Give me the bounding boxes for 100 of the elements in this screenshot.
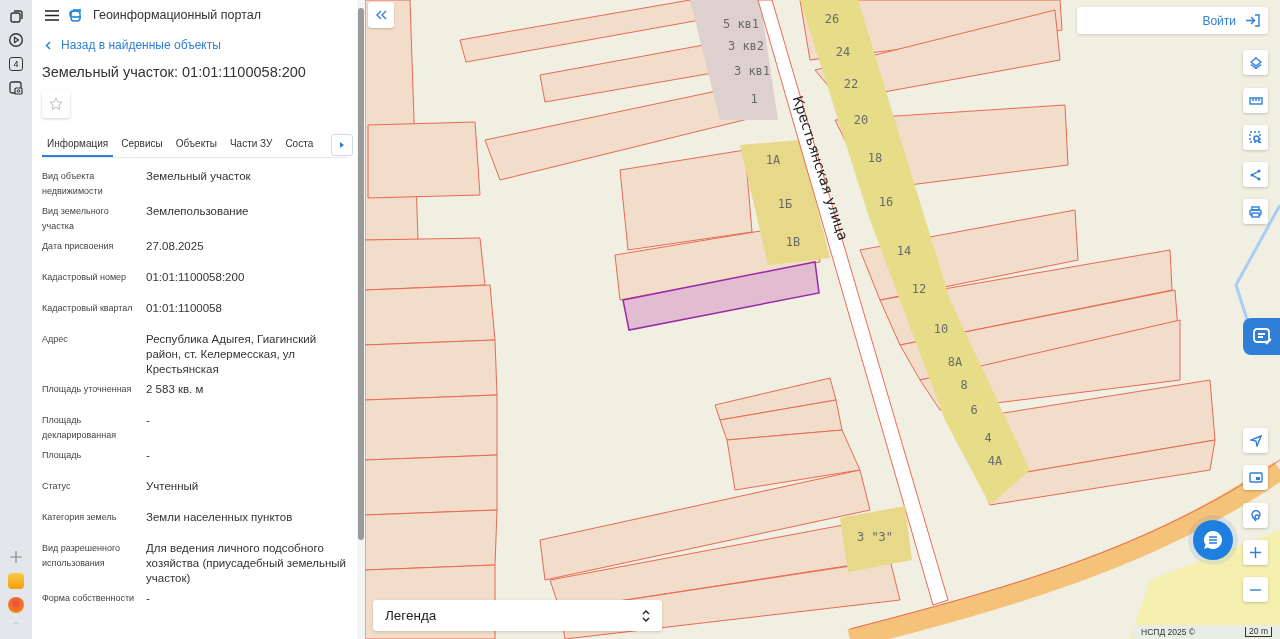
house-number-label: 10 — [933, 322, 949, 336]
house-number-label: 5 кв1 — [722, 17, 760, 31]
portal-title: Геоинформационный портал — [93, 8, 262, 22]
house-number-label: 4 — [984, 431, 992, 445]
tab[interactable]: Сервисы — [116, 130, 168, 157]
house-number-label: 3 кв2 — [727, 39, 765, 53]
field-value: Земельный участок — [146, 169, 252, 184]
house-number-label: 8 — [960, 378, 968, 392]
tab[interactable]: Соста — [280, 130, 319, 157]
side-panel-tab[interactable] — [1243, 318, 1280, 355]
screenshot-icon[interactable] — [8, 80, 24, 96]
field-label: Площадь — [42, 449, 83, 462]
house-number-label: 20 — [853, 113, 869, 127]
area-search-button[interactable] — [1243, 125, 1268, 150]
field-value: 2 583 кв. м — [146, 382, 205, 397]
field-value: - — [146, 413, 151, 428]
login-button[interactable]: Войти — [1077, 7, 1268, 34]
navigation-arrow-icon — [1249, 434, 1262, 447]
ruler-icon — [1248, 96, 1263, 105]
ruler-button[interactable] — [1243, 88, 1268, 113]
field-value: - — [146, 448, 151, 463]
back-link[interactable]: Назад в найденные объекты — [42, 36, 347, 54]
field-label: Кадастровый номер — [42, 271, 128, 284]
house-number-label: 16 — [878, 195, 894, 209]
area-search-icon — [1249, 131, 1262, 144]
field-value: 01:01:1100058:200 — [146, 270, 246, 285]
print-icon — [1249, 205, 1262, 218]
map-attribution: НСПД 2025 © — [1141, 627, 1196, 637]
star-icon — [49, 97, 63, 111]
picture-in-picture-icon — [1248, 472, 1263, 483]
legend-dropdown[interactable]: Легенда — [373, 600, 662, 631]
field-label: Площадь уточненная — [42, 383, 133, 396]
caret-icon — [340, 142, 344, 148]
minus-icon — [1250, 588, 1261, 591]
house-number-label: 14 — [896, 244, 912, 258]
locate-button[interactable] — [1243, 428, 1268, 453]
field-label: Вид земельного участка — [42, 205, 110, 233]
layers-button[interactable] — [1243, 50, 1268, 75]
field-label: Вид разрешенного использования — [42, 542, 122, 570]
key-badge[interactable]: 4 — [9, 57, 23, 71]
house-number-label: 26 — [824, 12, 840, 26]
house-number-label: 8А — [947, 355, 963, 369]
field-label: Форма собственности — [42, 592, 136, 605]
scale-bar: 20 m — [1245, 627, 1272, 637]
menu-icon[interactable] — [45, 9, 59, 21]
plus-icon — [1250, 547, 1261, 558]
scrollbar[interactable] — [357, 0, 365, 639]
minimap-button[interactable] — [1243, 465, 1268, 490]
play-icon[interactable] — [8, 32, 24, 48]
field-value: Для ведения личного подсобного хозяйства (приусадебный земельный участок) — [146, 541, 347, 586]
tab[interactable]: Объекты — [170, 130, 222, 157]
scroll-tabs-button[interactable] — [331, 134, 353, 156]
house-number-label: 18 — [867, 151, 883, 165]
field-label: Статус — [42, 480, 72, 493]
chat-bubble-icon — [1202, 529, 1224, 551]
layers-icon — [1249, 56, 1262, 69]
windows-icon[interactable] — [8, 8, 24, 24]
house-number-label: 1В — [785, 235, 801, 249]
house-number-label: 1 — [750, 92, 758, 106]
field-label: Адрес — [42, 333, 69, 346]
field-value: Землепользование — [146, 204, 250, 219]
field-label: Категория земель — [42, 511, 118, 524]
chat-button[interactable] — [1193, 520, 1233, 560]
field-label: Кадастровый квартал — [42, 302, 134, 315]
collapse-panel-button[interactable] — [368, 2, 394, 28]
field-value: Учтенный — [146, 479, 200, 494]
print-button[interactable] — [1243, 199, 1268, 224]
field-value: Республика Адыгея, Гиагинский район, ст. Келермесская, ул Крестьянская — [146, 332, 318, 377]
house-number-label: 4А — [987, 454, 1003, 468]
up-down-chevron-icon — [642, 609, 650, 622]
house-number-label: 3 "3" — [856, 530, 894, 544]
field-label: Площадь декларированная — [42, 414, 118, 442]
login-icon — [1245, 14, 1260, 27]
field-value: - — [146, 591, 151, 606]
field-label: Дата присвоения — [42, 240, 115, 253]
field-label: Вид объекта недвижимости — [42, 170, 104, 198]
field-value: 27.08.2025 — [146, 239, 205, 254]
field-value: 01:01:1100058 — [146, 301, 223, 316]
house-number-label: 12 — [911, 282, 927, 296]
double-chevron-icon — [375, 10, 387, 20]
share-icon — [1250, 168, 1261, 181]
house-number-label: 22 — [843, 77, 859, 91]
tab[interactable]: Части ЗУ — [224, 130, 278, 157]
location-pin-icon — [1249, 509, 1262, 522]
zoom-in-button[interactable] — [1243, 540, 1268, 565]
object-title: Земельный участок: 01:01:1100058:200 — [42, 63, 307, 81]
share-button[interactable] — [1243, 162, 1268, 187]
house-number-label: 6 — [970, 403, 978, 417]
back-icon — [45, 40, 51, 50]
field-value: Земли населенных пунктов — [146, 510, 294, 525]
tab[interactable]: Информация — [42, 130, 114, 157]
logo-icon — [69, 8, 83, 22]
house-number-label: 1Б — [777, 197, 793, 211]
location-search-button[interactable] — [1243, 503, 1268, 528]
house-number-label: 24 — [835, 45, 851, 59]
zoom-out-button[interactable] — [1243, 577, 1268, 602]
app-icon[interactable] — [8, 597, 24, 613]
house-number-label: 3 кв1 — [733, 64, 771, 78]
house-number-label: 1А — [765, 153, 781, 167]
selected-parcel[interactable] — [622, 261, 820, 331]
